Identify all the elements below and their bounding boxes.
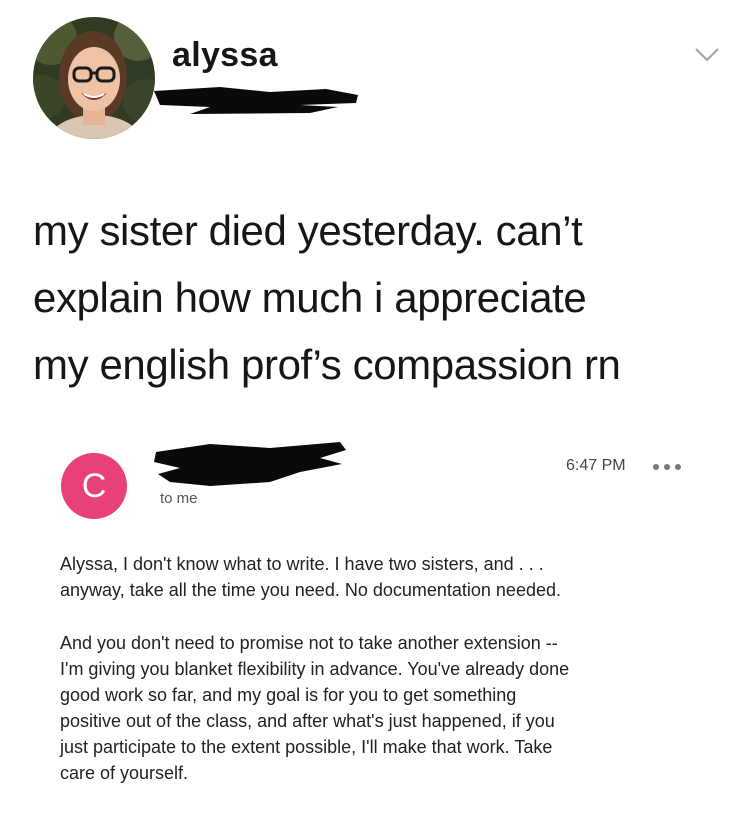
- redacted-sender-name: [154, 442, 346, 486]
- author-name[interactable]: alyssa: [172, 36, 278, 75]
- email-paragraph: And you don't need to promise not to tak…: [60, 633, 570, 783]
- tweet-text-line: explain how much i appreciate: [33, 274, 587, 321]
- tweet-text: my sister died yesterday. can’t explain …: [33, 197, 733, 398]
- redacted-handle: [154, 87, 358, 114]
- email-timestamp: 6:47 PM: [566, 457, 626, 474]
- recipient-label: to me: [160, 490, 198, 507]
- more-dots-icon[interactable]: [652, 463, 682, 471]
- chevron-down-icon[interactable]: [694, 46, 720, 64]
- tweet-text-line: my sister died yesterday. can’t: [33, 207, 583, 254]
- email-body: Alyssa, I don't know what to write. I ha…: [60, 551, 700, 813]
- sender-avatar: C: [61, 453, 127, 519]
- email-paragraph: Alyssa, I don't know what to write. I ha…: [60, 554, 561, 600]
- tweet-text-line: my english prof’s compassion rn: [33, 341, 621, 388]
- profile-avatar[interactable]: [33, 17, 155, 139]
